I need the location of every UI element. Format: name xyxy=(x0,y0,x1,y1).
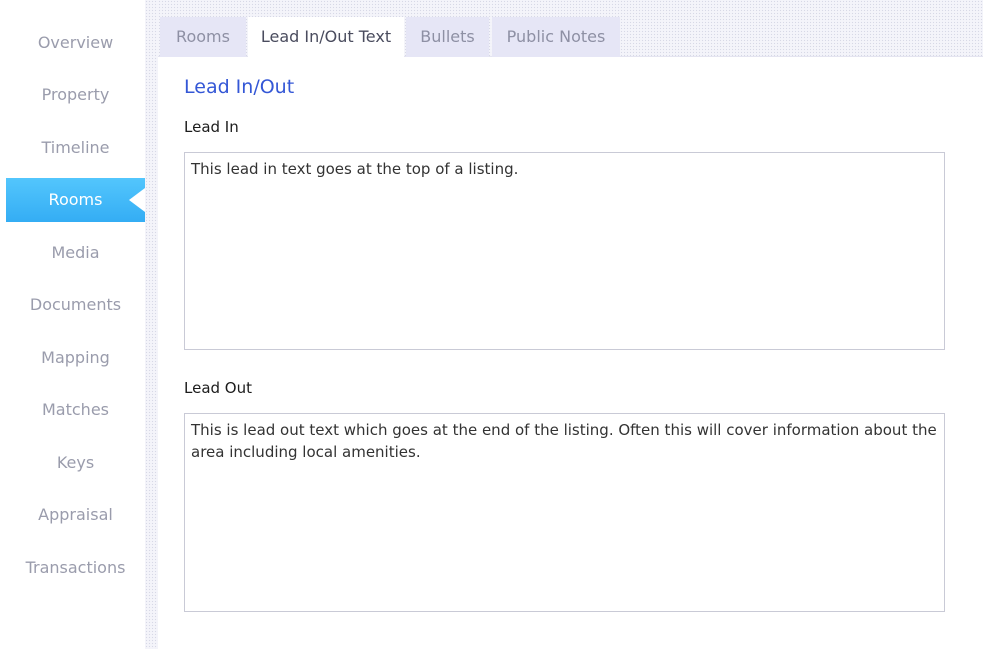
sidebar-item-appraisal[interactable]: Appraisal xyxy=(6,493,145,537)
sidebar-divider xyxy=(145,0,158,649)
tab-rooms[interactable]: Rooms xyxy=(160,17,246,57)
sidebar-item-overview[interactable]: Overview xyxy=(6,21,145,65)
tab-content-panel: Lead In/Out Lead In This lead in text go… xyxy=(158,57,983,649)
sidebar-item-rooms[interactable]: Rooms xyxy=(6,178,145,222)
sidebar-item-timeline[interactable]: Timeline xyxy=(6,126,145,170)
lead-in-textarea[interactable]: This lead in text goes at the top of a l… xyxy=(184,152,945,350)
sidebar-item-media[interactable]: Media xyxy=(6,231,145,275)
lead-out-textarea[interactable]: This is lead out text which goes at the … xyxy=(184,413,945,612)
sidebar-item-mapping[interactable]: Mapping xyxy=(6,336,145,380)
sidebar-item-keys[interactable]: Keys xyxy=(6,441,145,485)
lead-out-label: Lead Out xyxy=(184,379,252,397)
sidebar-item-matches[interactable]: Matches xyxy=(6,388,145,432)
sidebar-nav: Overview Property Timeline Rooms Media D… xyxy=(0,0,145,649)
sidebar-item-documents[interactable]: Documents xyxy=(6,283,145,327)
tab-bullets[interactable]: Bullets xyxy=(406,17,489,57)
tab-bar: Rooms Lead In/Out Text Bullets Public No… xyxy=(158,0,983,58)
sidebar-item-property[interactable]: Property xyxy=(6,73,145,117)
section-title: Lead In/Out xyxy=(184,76,295,98)
tab-lead-in-out-text[interactable]: Lead In/Out Text xyxy=(248,17,404,58)
lead-in-label: Lead In xyxy=(184,118,239,136)
tab-public-notes[interactable]: Public Notes xyxy=(492,17,620,57)
sidebar-item-transactions[interactable]: Transactions xyxy=(6,546,145,590)
